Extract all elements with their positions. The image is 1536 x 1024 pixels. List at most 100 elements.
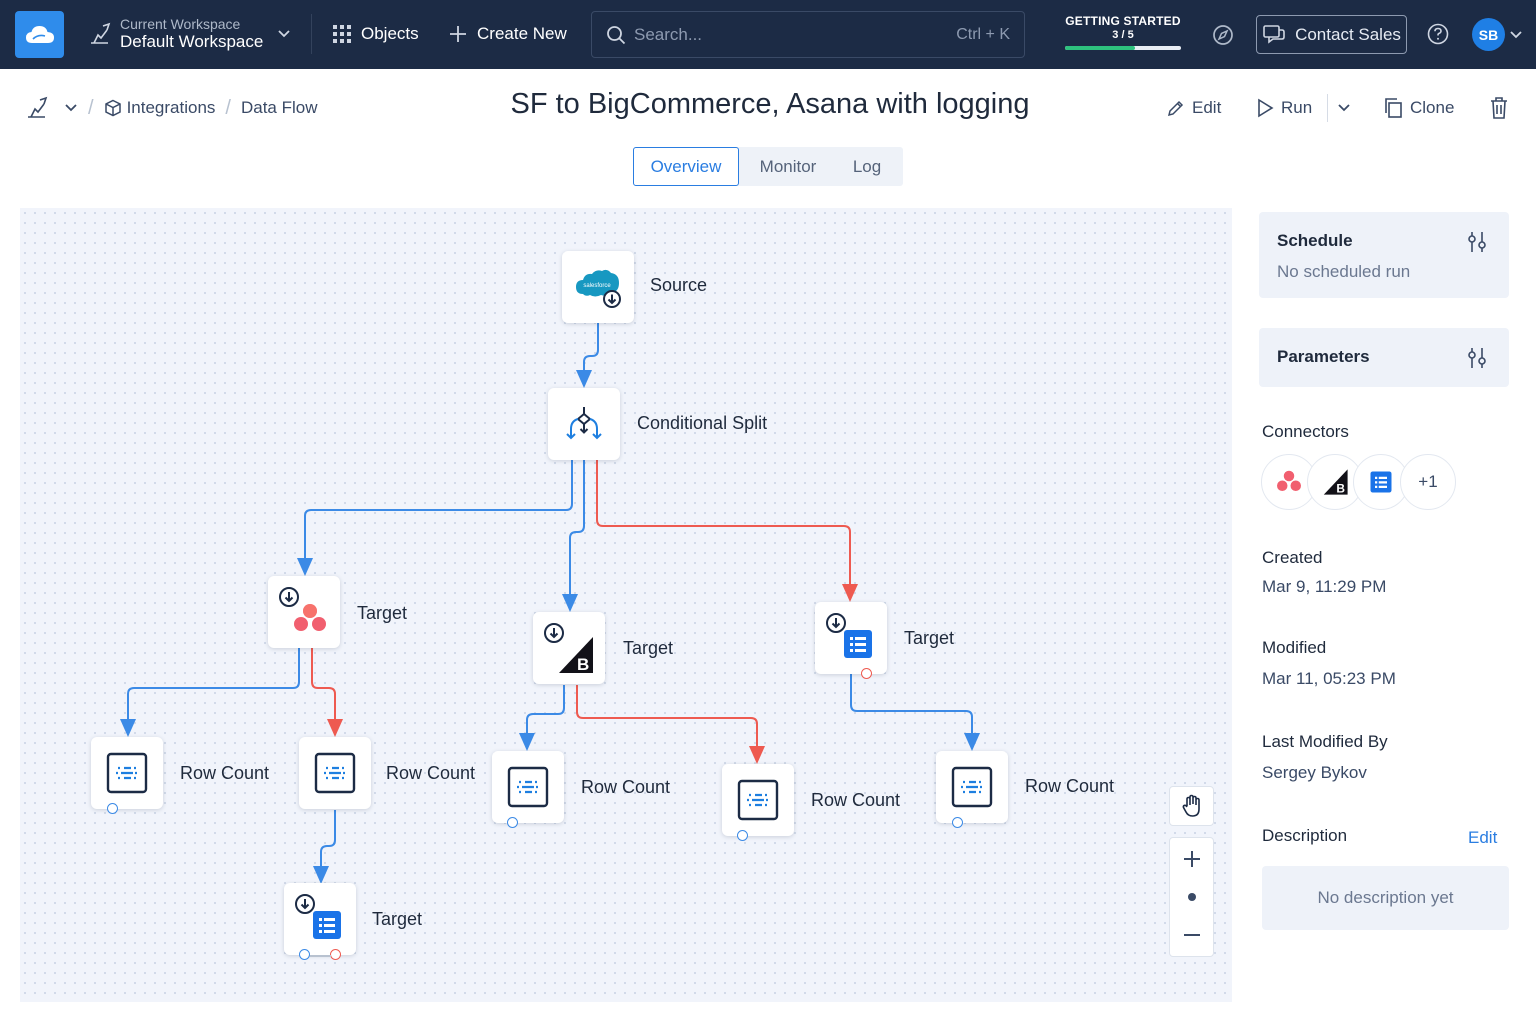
output-port[interactable] bbox=[737, 830, 748, 841]
salesforce-logo-text: salesforce bbox=[583, 283, 611, 289]
zoom-controls bbox=[1169, 837, 1214, 957]
rowcount-node-5[interactable] bbox=[936, 751, 1008, 828]
contact-sales-button[interactable]: Contact Sales bbox=[1256, 15, 1407, 54]
tab-monitor[interactable]: Monitor bbox=[739, 147, 837, 186]
zoom-out-icon[interactable] bbox=[1182, 925, 1202, 945]
search-input[interactable] bbox=[634, 24, 949, 45]
workspace-selector[interactable]: Current Workspace Default Workspace bbox=[88, 12, 291, 56]
target-sheets-label: Target bbox=[904, 628, 955, 648]
pencil-icon bbox=[1167, 100, 1184, 117]
flow-canvas[interactable] bbox=[20, 208, 1232, 1002]
workspace-icon[interactable] bbox=[24, 95, 50, 121]
output-port[interactable] bbox=[107, 803, 118, 814]
create-new-button[interactable]: Create New bbox=[448, 18, 567, 50]
create-new-label: Create New bbox=[477, 24, 567, 43]
top-navigation-bar: Current Workspace Default Workspace Obje… bbox=[0, 0, 1536, 69]
breadcrumb-integrations[interactable]: Integrations bbox=[127, 98, 216, 118]
svg-text:B: B bbox=[1336, 482, 1345, 496]
modified-by-value: Sergey Bykov bbox=[1262, 763, 1367, 782]
download-icon bbox=[544, 623, 564, 643]
target-bottom-node[interactable] bbox=[284, 883, 356, 960]
search-icon bbox=[607, 25, 626, 44]
getting-started-label: GETTING STARTED bbox=[1065, 14, 1181, 28]
description-value: No description yet bbox=[1262, 866, 1509, 930]
row-count-icon bbox=[106, 752, 148, 794]
modified-value: Mar 11, 05:23 PM bbox=[1262, 669, 1396, 688]
schedule-title: Schedule bbox=[1277, 231, 1353, 250]
sliders-icon[interactable] bbox=[1467, 231, 1487, 253]
user-avatar[interactable]: SB bbox=[1472, 18, 1505, 51]
error-port[interactable] bbox=[861, 668, 872, 679]
split-icon bbox=[566, 407, 602, 440]
output-port[interactable] bbox=[299, 949, 310, 960]
source-node[interactable]: salesforce bbox=[562, 251, 634, 323]
schedule-card[interactable]: Schedule No scheduled run bbox=[1259, 212, 1509, 298]
account-menu-toggle[interactable] bbox=[1508, 28, 1524, 42]
run-button[interactable]: Run bbox=[1256, 94, 1312, 122]
chevron-down-icon bbox=[1510, 31, 1522, 39]
target-asana-node[interactable] bbox=[268, 576, 340, 648]
delete-button[interactable] bbox=[1487, 95, 1511, 121]
clone-button[interactable]: Clone bbox=[1383, 94, 1454, 122]
tab-log[interactable]: Log bbox=[837, 147, 897, 186]
schedule-value: No scheduled run bbox=[1277, 262, 1411, 281]
progress-fill bbox=[1065, 46, 1135, 50]
tab-overview[interactable]: Overview bbox=[633, 147, 739, 186]
output-port[interactable] bbox=[952, 817, 963, 828]
modified-by-title: Last Modified By bbox=[1262, 732, 1388, 751]
help-button[interactable] bbox=[1425, 21, 1451, 47]
breadcrumb: / Integrations / Data Flow bbox=[24, 92, 318, 124]
clone-label: Clone bbox=[1410, 98, 1455, 117]
target-bottom-label: Target bbox=[372, 909, 423, 929]
port-connector bbox=[310, 955, 331, 957]
connectors-more[interactable]: +1 bbox=[1400, 454, 1456, 510]
description-title: Description bbox=[1262, 826, 1348, 845]
run-label: Run bbox=[1281, 98, 1313, 117]
rowcount-node-1[interactable] bbox=[91, 737, 163, 814]
row-count-icon bbox=[314, 752, 356, 794]
parameters-title: Parameters bbox=[1277, 347, 1370, 366]
compass-button[interactable] bbox=[1209, 21, 1237, 49]
edit-button[interactable]: Edit bbox=[1167, 94, 1221, 122]
output-port[interactable] bbox=[507, 817, 518, 828]
workspace-label: Current Workspace bbox=[120, 16, 241, 32]
rowcount-node-4[interactable] bbox=[722, 764, 794, 841]
pan-tool-button[interactable] bbox=[1169, 786, 1214, 826]
workspace-name: Default Workspace bbox=[120, 32, 264, 51]
search-box[interactable]: Ctrl + K bbox=[591, 11, 1025, 58]
chevron-down-icon[interactable] bbox=[64, 103, 78, 113]
rowcount-node-3[interactable] bbox=[492, 751, 564, 828]
rowcount-label-4: Row Count bbox=[811, 790, 901, 810]
cloud-logo-icon bbox=[25, 25, 54, 43]
getting-started-progress[interactable]: GETTING STARTED 3 / 5 bbox=[1065, 14, 1181, 50]
description-edit-link[interactable]: Edit bbox=[1468, 828, 1497, 848]
view-tabs: Overview Monitor Log bbox=[633, 147, 903, 186]
progress-bar bbox=[1065, 46, 1181, 50]
conditional-split-label: Conditional Split bbox=[637, 413, 768, 433]
target-sheets-node[interactable] bbox=[815, 602, 887, 679]
download-icon bbox=[295, 894, 315, 914]
trash-icon bbox=[1491, 97, 1507, 119]
error-port[interactable] bbox=[330, 949, 341, 960]
rowcount-label-1: Row Count bbox=[180, 763, 270, 783]
breadcrumb-separator: / bbox=[88, 96, 94, 119]
chevron-down-icon bbox=[1338, 104, 1350, 112]
zoom-reset-icon[interactable] bbox=[1187, 892, 1197, 902]
compass-icon bbox=[1213, 25, 1233, 45]
parameters-card[interactable]: Parameters bbox=[1259, 328, 1509, 387]
target-asana-label: Target bbox=[357, 603, 408, 623]
edit-label: Edit bbox=[1192, 98, 1222, 117]
target-bigcommerce-node[interactable]: B bbox=[533, 612, 605, 684]
app-logo[interactable] bbox=[15, 11, 64, 58]
breadcrumb-separator: / bbox=[225, 96, 231, 119]
zoom-in-icon[interactable] bbox=[1182, 849, 1202, 869]
run-options-toggle[interactable] bbox=[1336, 100, 1352, 116]
rowcount-label-3: Row Count bbox=[581, 777, 671, 797]
target-bigcommerce-label: Target bbox=[623, 638, 674, 658]
chat-icon bbox=[1263, 24, 1285, 44]
sliders-icon[interactable] bbox=[1467, 347, 1487, 369]
conditional-split-node[interactable] bbox=[548, 388, 620, 460]
download-icon bbox=[826, 613, 846, 633]
rowcount-node-2[interactable] bbox=[299, 737, 371, 809]
objects-button[interactable]: Objects bbox=[332, 18, 419, 50]
